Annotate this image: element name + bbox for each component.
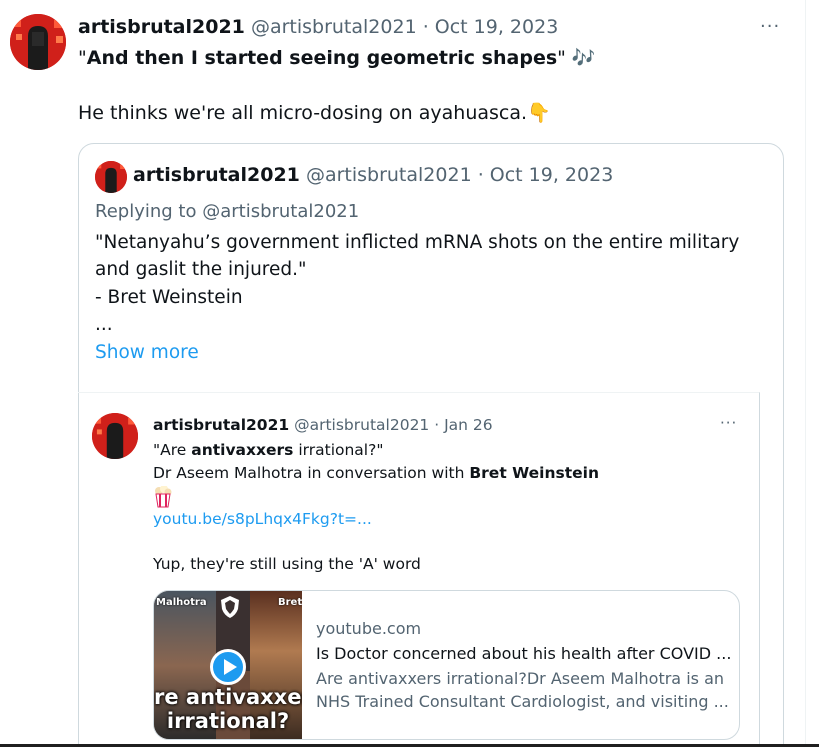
link-description-2: NHS Trained Consultant Cardiologist, and… <box>316 692 729 711</box>
display-name[interactable]: artisbrutal2021 <box>78 16 245 38</box>
tweet-text-line-2: He thinks we're all micro-dosing on ayah… <box>78 102 551 124</box>
show-more-link[interactable]: Show more <box>95 342 199 363</box>
thumb-label-right: Bret <box>278 597 302 608</box>
handle-date: @artisbrutal2021 · Oct 19, 2023 <box>305 164 614 186</box>
handle-date: @artisbrutal2021 · Jan 26 <box>294 416 493 434</box>
quoted-text-line: "Netanyahu’s government inflicted mRNA s… <box>95 232 740 253</box>
nested-text-line-2: Dr Aseem Malhotra in conversation with B… <box>153 464 600 482</box>
thumb-label-left: Malhotra <box>156 597 207 608</box>
quoted-text-line: - Bret Weinstein <box>95 287 243 308</box>
replying-to: Replying to @artisbrutal2021 <box>95 201 360 222</box>
link-preview-card[interactable]: Malhotra Bret re antivaxxer irrational? … <box>153 590 740 740</box>
avatar-icon <box>95 161 127 193</box>
nested-avatar <box>92 413 138 459</box>
tweet-text-line-1: "And then I started seeing geometric sha… <box>78 47 596 69</box>
link-description-1: Are antivaxxers irrational?Dr Aseem Malh… <box>316 669 725 688</box>
main-tweet-header: artisbrutal2021 @artisbrutal2021 · Oct 1… <box>78 16 558 38</box>
link-title: Is Doctor concerned about his health aft… <box>316 644 732 663</box>
popcorn-icon <box>155 486 172 508</box>
video-thumbnail[interactable]: Malhotra Bret re antivaxxer irrational? <box>154 591 302 739</box>
display-name: artisbrutal2021 <box>153 416 290 434</box>
avatar-icon <box>92 413 138 459</box>
nested-tweet-header: artisbrutal2021 @artisbrutal2021 · Jan 2… <box>153 416 493 434</box>
avatar-icon <box>10 14 66 70</box>
music-notes-icon: 🎶 <box>571 47 596 69</box>
more-icon[interactable]: ··· <box>760 16 780 37</box>
nested-text-line-1: "Are antivaxxers irrational?" <box>153 441 384 459</box>
thumb-caption-2: irrational? <box>166 709 290 733</box>
column-divider <box>805 0 806 747</box>
more-icon[interactable]: ··· <box>720 414 737 432</box>
quoted-text-line: ... <box>95 314 113 335</box>
point-down-icon: 👇 <box>527 102 551 124</box>
handle-date[interactable]: @artisbrutal2021 · Oct 19, 2023 <box>251 16 558 38</box>
youtube-link[interactable]: youtu.be/s8pLhqx4Fkg?t=... <box>153 510 372 528</box>
main-avatar[interactable] <box>10 14 66 70</box>
thumb-caption-1: re antivaxxer <box>154 685 302 709</box>
quoted-avatar <box>95 161 127 193</box>
nested-text-line-last: Yup, they're still using the 'A' word <box>153 555 421 573</box>
display-name: artisbrutal2021 <box>133 164 300 186</box>
play-icon[interactable] <box>210 649 246 685</box>
shield-logo-icon <box>221 596 239 618</box>
link-domain: youtube.com <box>316 619 422 638</box>
quoted-text-line: and gaslit the injured." <box>95 259 307 280</box>
quoted-tweet-header: artisbrutal2021 @artisbrutal2021 · Oct 1… <box>133 164 613 186</box>
